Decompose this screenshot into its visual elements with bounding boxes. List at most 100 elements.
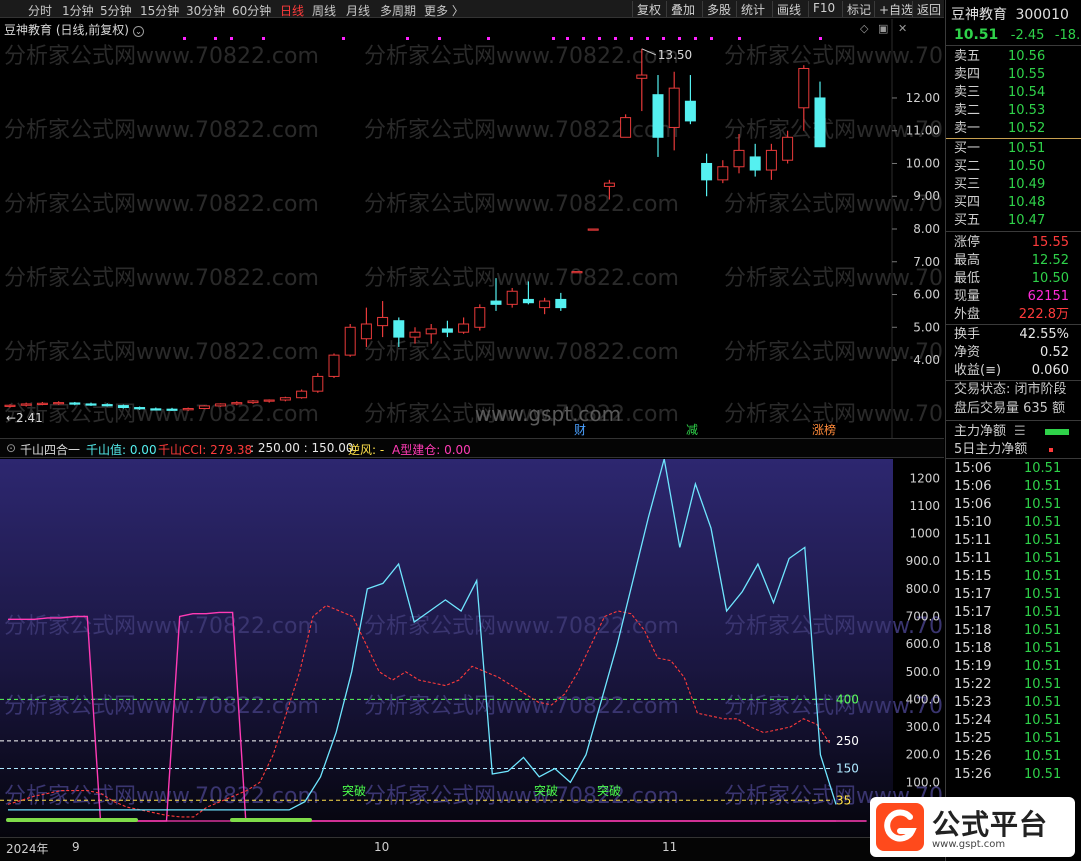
candle-body[interactable]	[69, 402, 81, 405]
candle-body[interactable]	[377, 316, 389, 327]
candle-body[interactable]	[247, 400, 259, 404]
toolbar-button-6[interactable]: 标记	[842, 1, 871, 17]
candle-body[interactable]	[312, 375, 324, 392]
candle-body[interactable]	[85, 403, 97, 406]
toolbar-button-2[interactable]: 多股	[702, 1, 731, 17]
candle-body[interactable]	[36, 402, 48, 405]
period-tab-2[interactable]: 5分钟	[100, 2, 132, 19]
candle-body[interactable]	[101, 404, 113, 407]
info-icon[interactable]: ⌄	[133, 26, 144, 37]
candle-body[interactable]	[652, 94, 664, 138]
candle-body[interactable]	[490, 300, 502, 305]
candle-body[interactable]	[53, 402, 65, 405]
candle-body[interactable]	[409, 331, 421, 338]
toolbar-button-4[interactable]: 画线	[772, 1, 801, 17]
settings-icon[interactable]: ⊙	[6, 441, 16, 455]
candle-body[interactable]	[717, 166, 729, 181]
period-tab-1[interactable]: 1分钟	[62, 2, 94, 19]
toolbar-button-0[interactable]: 复权	[632, 1, 661, 17]
candle-body[interactable]	[474, 307, 486, 328]
event-marker[interactable]: 财	[574, 423, 586, 437]
candle-body[interactable]	[506, 290, 518, 305]
period-tab-3[interactable]: 15分钟	[140, 2, 179, 19]
period-tab-9[interactable]: 多周期	[380, 2, 416, 19]
candle-body[interactable]	[360, 323, 372, 340]
toolbar-button-1[interactable]: 叠加	[666, 1, 695, 17]
candle-body[interactable]	[215, 403, 227, 407]
candle-body[interactable]	[620, 117, 632, 138]
price-change: -2.45	[1010, 28, 1045, 43]
candle-body[interactable]	[782, 136, 794, 161]
toolbar-button-5[interactable]: F10	[808, 1, 835, 17]
period-tab-5[interactable]: 60分钟	[232, 2, 271, 19]
window-toggle-icon[interactable]: ▣	[878, 22, 888, 35]
ask-row-2[interactable]: 卖三 10.54	[946, 84, 1081, 102]
period-tab-6[interactable]: 日线	[280, 2, 304, 19]
candle-body[interactable]	[539, 300, 551, 309]
candle-body[interactable]	[441, 328, 453, 333]
indicator-name[interactable]: 千山四合一	[20, 441, 80, 458]
ask-row-1[interactable]: 卖四 10.55	[946, 66, 1081, 84]
candle-body[interactable]	[749, 156, 761, 171]
period-tab-0[interactable]: 分时	[28, 2, 52, 19]
candle-body[interactable]	[798, 67, 810, 109]
bid-row-4[interactable]: 买五 10.47	[946, 212, 1081, 230]
candle-body[interactable]	[425, 328, 437, 335]
candle-body[interactable]	[522, 298, 534, 304]
candle-body[interactable]	[344, 326, 356, 356]
candle-body[interactable]	[328, 354, 340, 377]
period-tab-7[interactable]: 周线	[312, 2, 336, 19]
ask-row-0[interactable]: 卖五 10.56	[946, 48, 1081, 66]
toolbar-button-8[interactable]: 返回	[912, 1, 941, 17]
candle-body[interactable]	[587, 228, 599, 231]
candle-body[interactable]	[4, 404, 16, 407]
candle-body[interactable]	[603, 182, 615, 187]
candle-body[interactable]	[701, 162, 713, 181]
candle-body[interactable]	[263, 399, 275, 402]
candle-body[interactable]	[733, 149, 745, 168]
candle-body[interactable]	[296, 390, 308, 399]
diamond-icon[interactable]: ◇	[860, 22, 868, 35]
period-tab-4[interactable]: 30分钟	[186, 2, 225, 19]
toolbar-button-7[interactable]: +自选	[874, 1, 913, 17]
tick-price: 10.51	[1024, 749, 1062, 764]
bid-row-2[interactable]: 买三 10.49	[946, 176, 1081, 194]
event-marker[interactable]: 减	[686, 423, 698, 437]
candle-body[interactable]	[458, 323, 470, 333]
list-icon[interactable]: ☰	[1014, 423, 1026, 441]
candle-body[interactable]	[231, 402, 243, 405]
candle-body[interactable]	[166, 408, 178, 411]
candle-body[interactable]	[668, 87, 680, 128]
candle-body[interactable]	[20, 403, 32, 406]
bid-row-3[interactable]: 买四 10.48	[946, 194, 1081, 212]
candle-body[interactable]	[182, 408, 194, 411]
toolbar-button-3[interactable]: 统计	[736, 1, 765, 17]
period-tab-8[interactable]: 月线	[346, 2, 370, 19]
candle-body[interactable]	[765, 149, 777, 171]
period-tab-10[interactable]: 更多 〉	[424, 2, 464, 19]
candle-body[interactable]	[279, 397, 291, 401]
price-axis-label: 6.00	[913, 288, 940, 302]
ask-row-4[interactable]: 卖一 10.52	[946, 120, 1081, 138]
candle-body[interactable]	[555, 298, 567, 309]
five-day-flow-row[interactable]: 5日主力净额	[946, 441, 1081, 459]
candle-body[interactable]	[117, 405, 129, 409]
event-marker[interactable]: 涨榜	[812, 422, 836, 437]
candle-body[interactable]	[150, 408, 162, 411]
price-chart[interactable]: 分析家公式网www.70822.com 分析家公式网www.70822.com 分析…	[0, 19, 944, 438]
candle-body[interactable]	[198, 405, 210, 410]
bid-row-0[interactable]: 买一 10.51	[946, 140, 1081, 158]
candle-body[interactable]	[393, 320, 405, 338]
candle-body[interactable]	[636, 74, 648, 79]
indicator-chart[interactable]: 分析家公式网www.70822.com 分析家公式网www.70822.com 分析…	[0, 459, 944, 837]
bid-row-1[interactable]: 买二 10.50	[946, 158, 1081, 176]
tick-row: 15:15 10.51	[946, 568, 1081, 586]
candle-body[interactable]	[684, 100, 696, 122]
tick-list[interactable]: 15:06 10.51 15:06 10.51 15:06 10.51 15:10 10.51…	[946, 459, 1081, 784]
candle-body[interactable]	[814, 97, 826, 148]
candle-body[interactable]	[134, 407, 146, 410]
main-flow-row[interactable]: 主力净额 ☰	[946, 423, 1081, 441]
close-icon[interactable]: ✕	[898, 22, 907, 35]
candle-body[interactable]	[571, 271, 583, 274]
ask-row-3[interactable]: 卖二 10.53	[946, 102, 1081, 120]
